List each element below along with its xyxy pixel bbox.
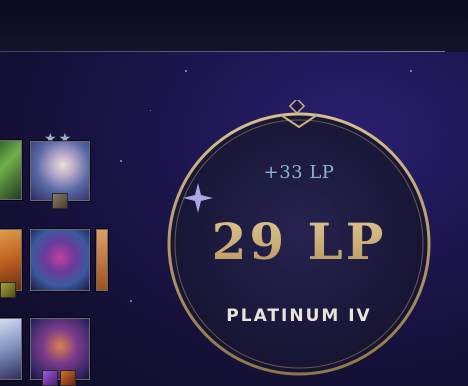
sparkle-dot	[120, 160, 122, 162]
lp-gain-label: +33 LP	[263, 162, 335, 183]
rank-tier-label: PLATINUM IV	[226, 306, 372, 326]
item-icon	[42, 370, 58, 386]
sparkle-dot	[150, 110, 151, 111]
top-bar	[0, 0, 468, 52]
diamond-ornament-icon	[288, 100, 306, 115]
header-divider	[0, 51, 445, 52]
lp-result-panel: +33 LP 29 LP PLATINUM IV	[163, 100, 435, 376]
sparkle-dot	[130, 300, 132, 302]
champion-tile[interactable]	[30, 229, 90, 291]
champion-tile[interactable]	[0, 318, 22, 380]
champion-tile[interactable]	[0, 140, 22, 200]
item-icon	[52, 193, 68, 209]
champion-tile[interactable]	[96, 229, 108, 291]
champion-tile[interactable]	[30, 141, 90, 201]
sparkle-dot	[410, 70, 412, 72]
sparkle-dot	[185, 70, 187, 72]
item-icon	[60, 370, 76, 386]
lp-total-label: 29 LP	[163, 212, 435, 271]
item-icon	[0, 282, 16, 298]
